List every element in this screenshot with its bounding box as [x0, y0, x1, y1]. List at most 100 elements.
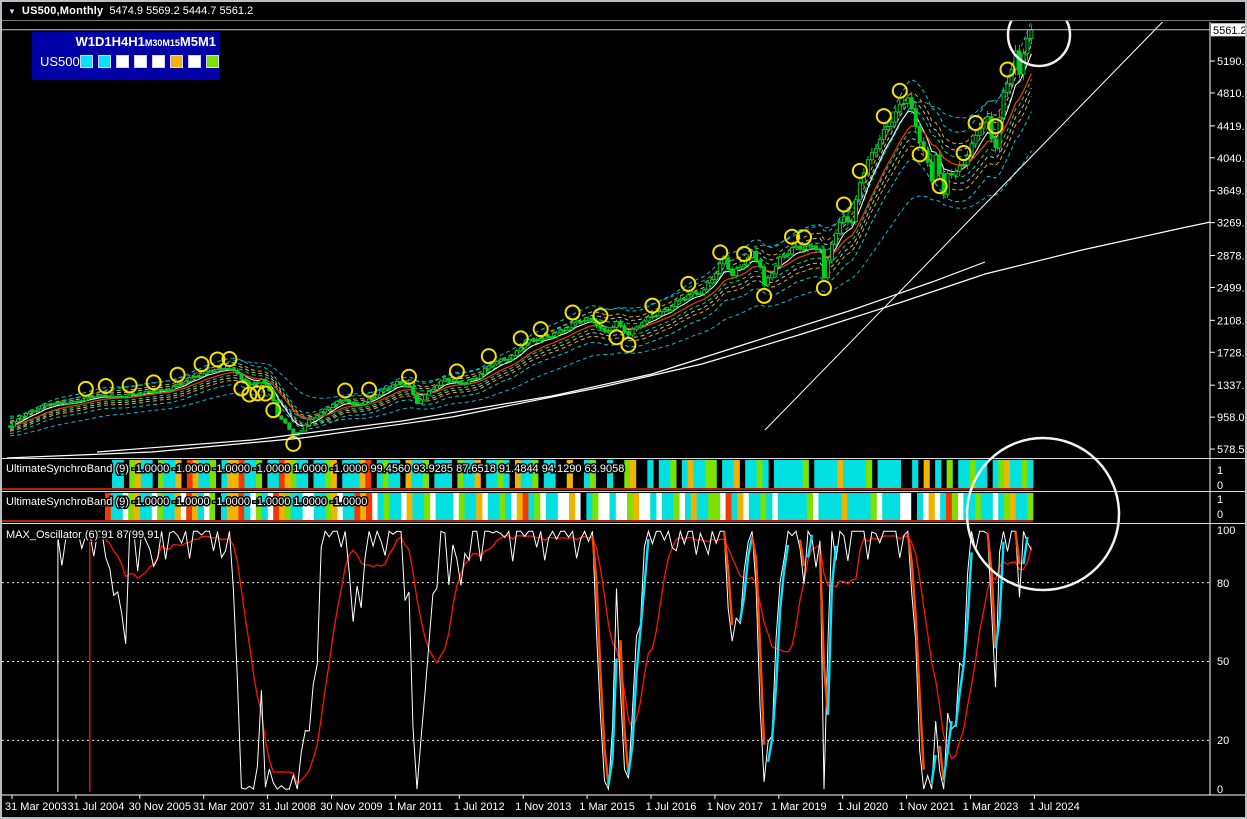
date-tick-label: 31 Jul 2008 — [259, 801, 316, 813]
price-tick-label: 2499.0 — [1217, 282, 1247, 294]
oscillator-signal-segment — [635, 630, 642, 675]
date-tick-label: 30 Nov 2005 — [129, 801, 191, 813]
oscillator-scale-label: 80 — [1217, 578, 1229, 590]
oscillator-signal-segment — [758, 647, 766, 745]
oscillator-signal-segment — [990, 571, 997, 649]
oscillator-label: MAX_Oscillator (6) 91 87 99 91 — [6, 529, 159, 541]
synchro-band-strip-2-label: UltimateSynchroBand (9) -1.0000 -1.0000 … — [6, 496, 367, 508]
date-tick-label: 1 Mar 2023 — [963, 801, 1019, 813]
panel-symbol-label: US500 — [40, 54, 80, 69]
fast-ma-line — [9, 53, 1032, 427]
timeframe-label-m30: M30 — [144, 38, 163, 48]
date-tick-label: 1 Jul 2024 — [1029, 801, 1080, 813]
trendline-steep[interactable] — [764, 2, 1182, 431]
timeframe-label-w1: W1 — [75, 34, 95, 49]
timeframe-square-m15[interactable] — [169, 55, 183, 68]
oscillator-signal-segment — [742, 556, 750, 598]
title-symbol-period: US500,Monthly — [21, 5, 104, 17]
date-tick-label: 1 Mar 2011 — [388, 801, 443, 813]
strip-scale-label: 0 — [1217, 509, 1223, 521]
price-tick-label: 958.0 — [1217, 412, 1245, 424]
synchro-band-strip-1: UltimateSynchroBand (9) -1.0000 -1.0000 … — [2, 460, 1034, 490]
oscillator-signal-segment — [998, 541, 1005, 620]
date-tick-label: 1 Jul 2012 — [454, 801, 505, 813]
price-tick-label: 4040.0 — [1217, 153, 1247, 165]
date-tick-label: 30 Nov 2009 — [320, 801, 382, 813]
price-tick-label: 5190.0 — [1217, 56, 1247, 68]
oscillator-scale-label: 100 — [1217, 525, 1235, 537]
chart-canvas[interactable]: UltimateSynchroBand (9) -1.0000 -1.0000 … — [2, 2, 1247, 819]
oscillator-scale-label: 0 — [1217, 784, 1223, 796]
current-price-label: 5561.2 — [1213, 25, 1247, 37]
timeframe-square-d1[interactable] — [97, 55, 111, 68]
oscillator-signal-segment — [603, 748, 610, 786]
oscillator-scale-label: 20 — [1217, 735, 1229, 747]
timeframe-label-h1: H1 — [128, 34, 145, 49]
synchro-band-strip-1-label: UltimateSynchroBand (9) -1.0000 -1.0000 … — [6, 463, 624, 475]
date-tick-label: 1 Nov 2017 — [707, 801, 763, 813]
date-tick-label: 1 Mar 2015 — [579, 801, 635, 813]
price-tick-label: 3649.0 — [1217, 186, 1247, 198]
strip-scale-label: 1 — [1217, 465, 1223, 477]
band-gray — [9, 44, 1032, 423]
oscillator-signal-segment — [631, 674, 638, 746]
band-green — [9, 79, 1032, 429]
timeframe-label-d1: D1 — [94, 34, 112, 49]
price-axis[interactable]: 5190.0 4810.5 4419.5 4040.0 3649.0 3269.5 2878… — [1210, 23, 1247, 796]
title-ohlc-values: 5474.9 5569.2 5444.7 5561.2 — [109, 5, 254, 17]
timeframe-square-m30[interactable] — [151, 55, 165, 68]
timeframe-square-m5[interactable] — [187, 55, 201, 68]
timeframe-panel: W1D1H4H1M30M15M5M1 US500 — [32, 32, 220, 80]
timeframe-square-w1[interactable] — [79, 55, 93, 68]
timeframe-label-m5: M5 — [179, 34, 198, 49]
time-axis[interactable]: 31 Mar 2003 31 Jul 2004 30 Nov 2005 31 Mar … — [5, 795, 1080, 813]
oscillator-signal-segment — [830, 545, 838, 587]
oscillator-signal-segment — [910, 561, 917, 617]
price-tick-label: 4419.5 — [1217, 121, 1247, 133]
signal-circles — [77, 61, 1016, 452]
price-tick-label: 4810.5 — [1217, 88, 1247, 100]
timeframe-status-squares — [79, 55, 219, 68]
timeframe-label-m15: M15 — [162, 38, 180, 48]
band-gold — [9, 35, 1032, 422]
date-tick-label: 1 Jul 2016 — [646, 801, 697, 813]
date-tick-label: 1 Nov 2021 — [898, 801, 954, 813]
oscillator-signal-segment — [595, 581, 602, 675]
timeframe-square-h1[interactable] — [133, 55, 147, 68]
price-tick-label: 1728.5 — [1217, 347, 1247, 359]
oscillator-signal-segment — [623, 730, 630, 774]
price-tick-label: 578.5 — [1217, 444, 1245, 456]
band-cyan — [9, 22, 1032, 420]
timeframe-label-m1: M1 — [197, 34, 216, 49]
oscillator-signal-segment — [766, 738, 774, 763]
oscillator-signal-segment — [958, 664, 965, 695]
timeframe-square-m1[interactable] — [205, 55, 219, 68]
oscillator-signal-segment — [599, 674, 606, 749]
trendline-upper[interactable] — [96, 261, 986, 453]
dropdown-icon[interactable]: ▼ — [8, 7, 16, 16]
strip-scale-label: 1 — [1217, 494, 1223, 506]
oscillator-signal-segment — [1022, 536, 1029, 565]
oscillator-scale-label: 50 — [1217, 656, 1229, 668]
price-tick-label: 2108.0 — [1217, 315, 1247, 327]
oscillator-signal-segment — [826, 585, 834, 715]
timeframe-labels: W1D1H4H1M30M15M5M1 — [40, 34, 216, 51]
price-tick-label: 1337.5 — [1217, 380, 1247, 392]
date-tick-label: 1 Jul 2020 — [837, 801, 888, 813]
date-tick-label: 1 Nov 2013 — [515, 801, 571, 813]
timeframe-square-h4[interactable] — [115, 55, 129, 68]
oscillator-window: MAX_Oscillator (6) 91 87 99 91 — [2, 528, 1210, 792]
terminal-window: ▼ US500,Monthly 5474.9 5569.2 5444.7 556… — [0, 0, 1247, 819]
oscillator-red-line — [89, 535, 1033, 792]
price-tick-label: 2878.5 — [1217, 251, 1247, 263]
synchro-band-strip-2: UltimateSynchroBand (9) -1.0000 -1.0000 … — [2, 493, 1034, 522]
price-tick-label: 3269.5 — [1217, 218, 1247, 230]
chart-title-bar: ▼ US500,Monthly 5474.9 5569.2 5444.7 556… — [2, 2, 1245, 21]
strip-scale-label: 0 — [1217, 480, 1223, 492]
candles-group — [8, 24, 1034, 436]
date-tick-label: 31 Mar 2007 — [193, 801, 255, 813]
oscillator-signal-segment — [946, 720, 953, 752]
date-tick-label: 31 Mar 2003 — [5, 801, 67, 813]
date-tick-label: 31 Jul 2004 — [67, 801, 124, 813]
trendline-lower[interactable] — [6, 214, 1247, 458]
